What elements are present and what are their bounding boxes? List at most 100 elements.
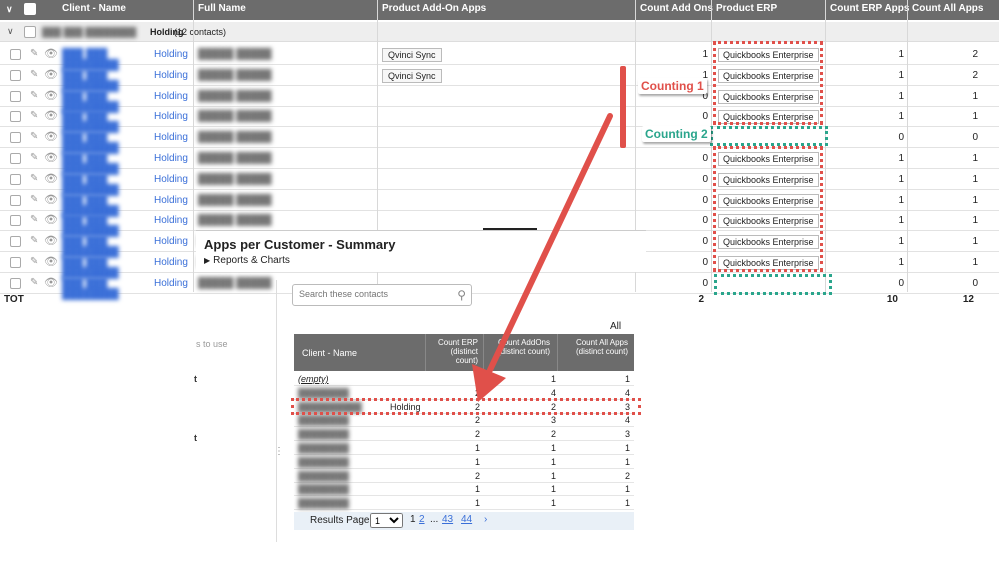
summary-count-addons: 3 — [550, 415, 556, 426]
count-erp-apps: 1 — [898, 49, 904, 60]
row-checkbox[interactable] — [10, 111, 21, 123]
view-icon[interactable]: 👁 — [44, 255, 58, 268]
scol-client-name[interactable]: Client - Name — [302, 348, 357, 358]
edit-icon[interactable]: ✎ — [30, 48, 38, 59]
edit-icon[interactable]: ✎ — [30, 256, 38, 267]
addon-chip: Qvinci Sync — [382, 68, 442, 83]
summary-client-redacted: ████████ — [298, 470, 350, 481]
view-icon[interactable]: 👁 — [44, 213, 58, 226]
row-checkbox[interactable] — [10, 173, 21, 185]
row-checkbox[interactable] — [10, 257, 21, 268]
group-checkbox[interactable] — [24, 26, 36, 38]
summary-client-name[interactable]: (empty) — [298, 374, 388, 384]
chevron-down-icon[interactable]: ∨ — [7, 26, 14, 37]
client-name-link[interactable]: Holding — [154, 236, 188, 247]
edit-icon[interactable]: ✎ — [30, 277, 38, 288]
search-icon[interactable]: ⚲ — [457, 288, 466, 302]
pager: Results Page: 1 1 2 ... 43 44 › — [294, 512, 634, 530]
client-name-link[interactable]: Holding — [154, 111, 188, 122]
row-checkbox[interactable] — [10, 277, 21, 289]
count-add-ons: 0 — [702, 257, 708, 268]
next-page-icon[interactable]: › — [484, 514, 487, 525]
col-full-name[interactable]: Full Name — [198, 3, 246, 14]
edit-icon[interactable]: ✎ — [30, 173, 38, 184]
view-icon[interactable]: 👁 — [44, 172, 58, 185]
summary-count-all: 1 — [624, 456, 630, 467]
counting1-label: Counting 1 — [638, 78, 707, 94]
client-name-link[interactable]: Holding — [154, 70, 188, 81]
summary-count-all: 1 — [624, 443, 630, 453]
results-page-select[interactable]: 1 — [370, 513, 403, 528]
client-name-link[interactable]: Holding — [154, 174, 188, 185]
view-icon[interactable]: 👁 — [44, 109, 58, 122]
client-name-link[interactable]: Holding — [154, 91, 188, 102]
group-count: (12 contacts) — [174, 27, 227, 37]
counting2-label: Counting 2 — [642, 126, 711, 142]
count-erp-apps: 1 — [898, 173, 904, 185]
search-input[interactable] — [299, 289, 449, 299]
row-checkbox[interactable] — [10, 90, 21, 102]
edit-icon[interactable]: ✎ — [30, 194, 38, 205]
view-icon[interactable]: 👁 — [44, 276, 58, 289]
view-icon[interactable]: 👁 — [44, 68, 58, 81]
reports-charts-toggle[interactable]: ▶ Reports & Charts — [204, 255, 290, 266]
page-link-43[interactable]: 43 — [442, 514, 453, 525]
edit-icon[interactable]: ✎ — [30, 235, 38, 246]
count-all-apps: 0 — [972, 277, 978, 289]
col-count-erp-apps[interactable]: Count ERP Apps — [830, 3, 909, 14]
row-checkbox[interactable] — [10, 69, 21, 81]
count-all-apps: 1 — [972, 257, 978, 268]
left-text-1: s to use — [196, 339, 228, 349]
col-count-add-ons[interactable]: Count Add Ons — [640, 3, 713, 14]
row-checkbox[interactable] — [10, 236, 21, 248]
count-erp-apps: 1 — [898, 257, 904, 268]
edit-icon[interactable]: ✎ — [30, 110, 38, 121]
count-all-apps: 1 — [972, 153, 978, 164]
edit-icon[interactable]: ✎ — [30, 152, 38, 163]
resize-handle-icon[interactable]: ⋮ — [274, 446, 284, 457]
col-product-addon-apps[interactable]: Product Add-On Apps — [382, 3, 486, 14]
view-icon[interactable]: 👁 — [44, 193, 58, 206]
row-checkbox[interactable] — [10, 194, 21, 206]
page-link-2[interactable]: 2 — [419, 514, 425, 525]
row-checkbox[interactable] — [10, 132, 21, 144]
view-icon[interactable]: 👁 — [44, 47, 58, 60]
select-all-checkbox[interactable] — [24, 3, 36, 15]
client-name-link[interactable]: Holding — [154, 195, 188, 206]
view-icon[interactable]: 👁 — [44, 151, 58, 164]
view-icon[interactable]: 👁 — [44, 130, 58, 143]
summary-count-erp: 2 — [474, 470, 480, 481]
client-name-link[interactable]: Holding — [154, 153, 188, 164]
edit-icon[interactable]: ✎ — [30, 90, 38, 101]
client-name-link[interactable]: Holding — [154, 215, 188, 226]
view-icon[interactable]: 👁 — [44, 234, 58, 247]
results-page-label: Results Page: — [310, 515, 373, 526]
row-checkbox[interactable] — [10, 49, 21, 60]
col-count-all-apps[interactable]: Count All Apps — [912, 3, 983, 14]
counting2-box-bottom — [714, 274, 832, 295]
full-name-redacted: █████ █████ — [198, 215, 272, 227]
view-icon[interactable]: 👁 — [44, 89, 58, 102]
row-checkbox[interactable] — [10, 153, 21, 164]
summary-client-redacted: ████████ — [298, 484, 350, 495]
summary-client-redacted: ████████ — [298, 456, 350, 467]
panel-divider — [276, 280, 277, 542]
client-name-link[interactable]: Holding — [154, 132, 188, 143]
client-name-link[interactable]: Holding — [154, 257, 188, 268]
client-name-link[interactable]: Holding — [154, 278, 188, 289]
collapse-all-icon[interactable]: ∨ — [6, 4, 13, 15]
summary-count-all: 1 — [624, 498, 630, 509]
col-product-erp[interactable]: Product ERP — [716, 3, 777, 14]
count-all-apps: 2 — [972, 49, 978, 60]
summary-count-addons: 1 — [550, 484, 556, 495]
count-add-ons: 0 — [702, 215, 708, 227]
table-row: ✎ 👁 ███ ███ ████████ Holding █████ █████… — [0, 86, 999, 113]
count-erp-apps: 0 — [898, 277, 904, 289]
edit-icon[interactable]: ✎ — [30, 69, 38, 80]
client-name-link[interactable]: Holding — [154, 49, 188, 60]
row-checkbox[interactable] — [10, 215, 21, 227]
edit-icon[interactable]: ✎ — [30, 131, 38, 142]
edit-icon[interactable]: ✎ — [30, 214, 38, 225]
col-client-name[interactable]: Client - Name — [62, 3, 126, 14]
page-link-44[interactable]: 44 — [461, 514, 472, 525]
